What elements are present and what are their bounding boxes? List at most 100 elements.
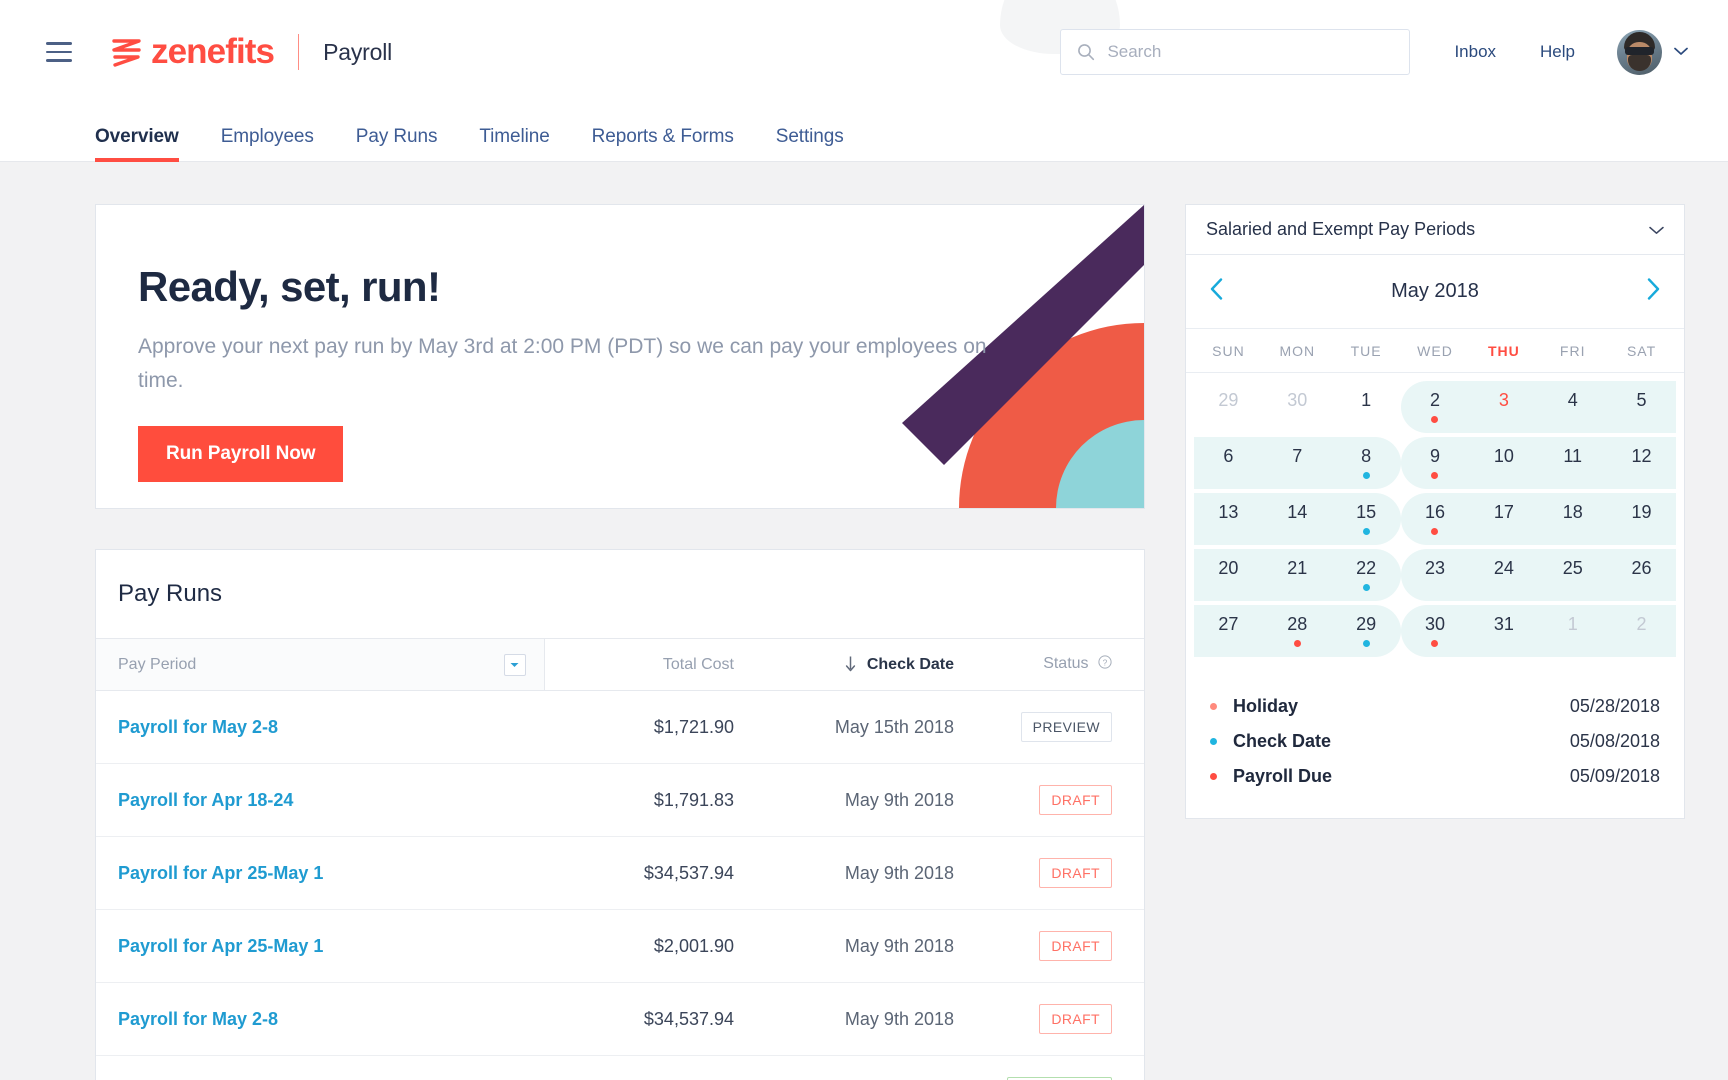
ready-set-run-card: Ready, set, run! Approve your next pay r… xyxy=(95,204,1145,509)
pay-period-selector[interactable]: Salaried and Exempt Pay Periods xyxy=(1186,205,1684,255)
calendar-day[interactable]: 25 xyxy=(1538,547,1607,603)
tab-overview[interactable]: Overview xyxy=(95,126,179,161)
pay-runs-title: Pay Runs xyxy=(96,550,1144,638)
tab-pay-runs[interactable]: Pay Runs xyxy=(356,126,438,161)
calendar-day[interactable]: 21 xyxy=(1263,547,1332,603)
cell-total-cost: $1,721.90 xyxy=(544,691,754,764)
table-row[interactable]: Payroll for Apr 25-May 1 $34,537.94 May … xyxy=(96,837,1144,910)
tab-settings[interactable]: Settings xyxy=(776,126,844,161)
column-header-total-cost[interactable]: Total Cost xyxy=(544,639,754,691)
cell-check-date: May 9th 2018 xyxy=(754,837,974,910)
calendar-day[interactable]: 18 xyxy=(1538,491,1607,547)
filter-caret-icon[interactable] xyxy=(504,654,526,676)
holiday-dot-icon xyxy=(1210,703,1217,710)
inbox-link[interactable]: Inbox xyxy=(1454,42,1496,62)
calendar-day[interactable]: 29 xyxy=(1194,379,1263,435)
calendar-day[interactable]: 26 xyxy=(1607,547,1676,603)
pay-run-link[interactable]: Payroll for Apr 25-May 1 xyxy=(118,936,323,956)
column-header-status[interactable]: Status ? xyxy=(974,639,1144,691)
tab-employees[interactable]: Employees xyxy=(221,126,314,161)
table-row[interactable]: Payroll for Apr 18-24 $1,791.83 May 9th … xyxy=(96,764,1144,837)
calendar-day[interactable]: 12 xyxy=(1607,435,1676,491)
calendar-day[interactable]: 17 xyxy=(1469,491,1538,547)
calendar-day[interactable]: 28 xyxy=(1263,603,1332,659)
pay-run-link[interactable]: Payroll for May 2-8 xyxy=(118,1009,278,1029)
calendar-day[interactable]: 23 xyxy=(1401,547,1470,603)
check-date-dot-icon xyxy=(1210,738,1217,745)
table-row[interactable]: Payroll for May 2-8 $1,721.90 May 15th 2… xyxy=(96,691,1144,764)
pay-run-link[interactable]: Payroll for Apr 18-24 xyxy=(118,790,293,810)
brand[interactable]: zenefits Payroll xyxy=(110,32,392,72)
cell-check-date: Apr 16th 2018 xyxy=(754,1056,974,1080)
calendar-day[interactable]: 13 xyxy=(1194,491,1263,547)
calendar-grid: 29 30 1 2 3 4 5 6 7 8 9 10 11 xyxy=(1186,373,1684,673)
search-input[interactable] xyxy=(1107,42,1393,62)
search-box[interactable] xyxy=(1060,29,1410,75)
calendar-day[interactable]: 2 xyxy=(1401,379,1470,435)
calendar-day[interactable]: 30 xyxy=(1401,603,1470,659)
calendar-navigation: May 2018 xyxy=(1186,255,1684,329)
calendar-day[interactable]: 2 xyxy=(1607,603,1676,659)
hamburger-menu-icon[interactable] xyxy=(46,42,72,62)
table-row[interactable]: Payroll for May 2-8 $34,537.94 May 9th 2… xyxy=(96,983,1144,1056)
calendar-day-today[interactable]: 3 xyxy=(1469,379,1538,435)
pay-run-link[interactable]: Payroll for May 2-8 xyxy=(118,717,278,737)
calendar-day[interactable]: 20 xyxy=(1194,547,1263,603)
tab-timeline[interactable]: Timeline xyxy=(479,126,549,161)
cell-check-date: May 9th 2018 xyxy=(754,910,974,983)
status-badge: DRAFT xyxy=(1039,931,1112,961)
calendar-week: 13 14 15 16 17 18 19 xyxy=(1194,491,1676,547)
payroll-due-dot-icon xyxy=(1210,773,1217,780)
calendar-day[interactable]: 6 xyxy=(1194,435,1263,491)
calendar-day[interactable]: 1 xyxy=(1538,603,1607,659)
brand-wordmark: zenefits xyxy=(151,32,274,72)
calendar-day[interactable]: 10 xyxy=(1469,435,1538,491)
status-badge: DRAFT xyxy=(1039,858,1112,888)
chevron-right-icon[interactable] xyxy=(1647,278,1660,305)
calendar-day[interactable]: 31 xyxy=(1469,603,1538,659)
calendar-day[interactable]: 19 xyxy=(1607,491,1676,547)
check-date-dot-icon xyxy=(1363,640,1370,647)
calendar-day[interactable]: 14 xyxy=(1263,491,1332,547)
calendar-day[interactable]: 8 xyxy=(1332,435,1401,491)
pay-runs-card: Pay Runs Pay Period Total Cost xyxy=(95,549,1145,1080)
calendar-day[interactable]: 30 xyxy=(1263,379,1332,435)
payroll-due-dot-icon xyxy=(1431,472,1438,479)
calendar-day[interactable]: 5 xyxy=(1607,379,1676,435)
day-header-tue: TUE xyxy=(1332,343,1401,359)
calendar-day[interactable]: 1 xyxy=(1332,379,1401,435)
calendar-day[interactable]: 4 xyxy=(1538,379,1607,435)
cell-total-cost: $2,001.90 xyxy=(544,910,754,983)
tab-reports-forms[interactable]: Reports & Forms xyxy=(592,126,734,161)
calendar-day[interactable]: 22 xyxy=(1332,547,1401,603)
calendar-day[interactable]: 7 xyxy=(1263,435,1332,491)
app-title: Payroll xyxy=(323,39,392,66)
legend-item-check-date: Check Date 05/08/2018 xyxy=(1210,724,1660,759)
calendar-month-label: May 2018 xyxy=(1391,280,1479,303)
calendar-day[interactable]: 16 xyxy=(1401,491,1470,547)
calendar-week: 29 30 1 2 3 4 5 xyxy=(1194,379,1676,435)
help-link[interactable]: Help xyxy=(1540,42,1575,62)
table-row[interactable]: Payroll for Apr 25-May 1 $2,001.90 May 9… xyxy=(96,910,1144,983)
pay-runs-table-head: Pay Period Total Cost xyxy=(96,639,1144,691)
column-header-pay-period[interactable]: Pay Period xyxy=(96,639,544,691)
day-header-mon: MON xyxy=(1263,343,1332,359)
cell-total-cost: $34,537.94 xyxy=(544,1056,754,1080)
pay-run-link[interactable]: Payroll for Apr 25-May 1 xyxy=(118,863,323,883)
calendar-day[interactable]: 15 xyxy=(1332,491,1401,547)
calendar-day[interactable]: 24 xyxy=(1469,547,1538,603)
account-menu[interactable] xyxy=(1617,30,1688,75)
column-header-check-date-label: Check Date xyxy=(867,656,954,673)
cell-pay-period: Payroll for Apr 25-May 1 xyxy=(96,837,544,910)
chevron-left-icon[interactable] xyxy=(1210,278,1223,305)
calendar-day[interactable]: 27 xyxy=(1194,603,1263,659)
table-row[interactable]: Payroll for Apr 4-10 $34,537.94 Apr 16th… xyxy=(96,1056,1144,1080)
calendar-day[interactable]: 29 xyxy=(1332,603,1401,659)
zenefits-logo-icon xyxy=(110,36,144,68)
help-circle-icon[interactable]: ? xyxy=(1098,655,1112,674)
avatar xyxy=(1617,30,1662,75)
calendar-day[interactable]: 9 xyxy=(1401,435,1470,491)
calendar-day[interactable]: 11 xyxy=(1538,435,1607,491)
run-payroll-now-button[interactable]: Run Payroll Now xyxy=(138,426,343,482)
column-header-check-date[interactable]: Check Date xyxy=(754,639,974,691)
